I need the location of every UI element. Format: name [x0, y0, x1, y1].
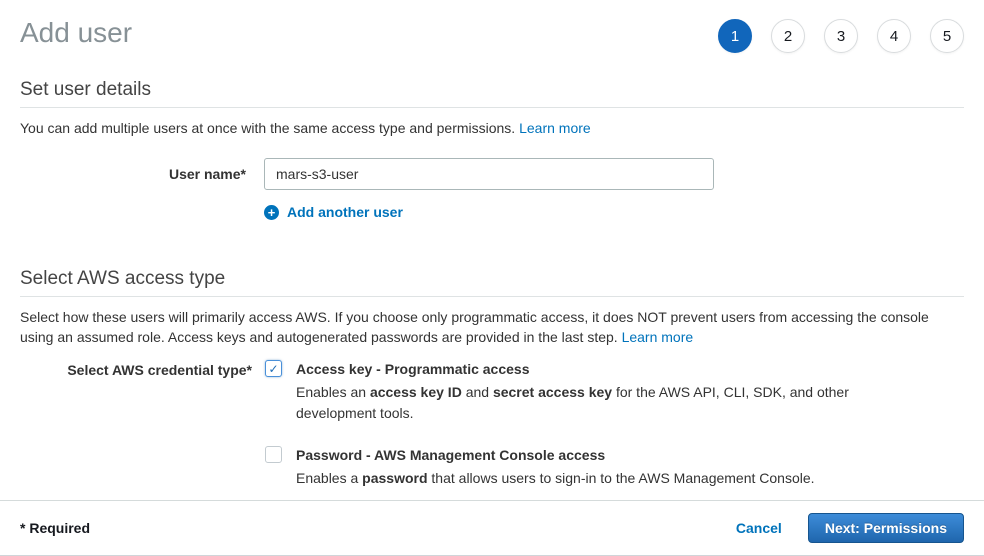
desc-bold-text: access key ID — [370, 384, 462, 400]
step-3-number: 3 — [837, 28, 845, 45]
desc-text: and — [462, 384, 493, 400]
step-2-number: 2 — [784, 28, 792, 45]
desc-text: Enables a — [296, 470, 362, 486]
step-1-number: 1 — [731, 28, 739, 45]
access-type-description: Select how these users will primarily ac… — [20, 307, 964, 348]
password-checkbox[interactable] — [265, 446, 282, 463]
cancel-button[interactable]: Cancel — [736, 520, 782, 536]
credential-type-label: Select AWS credential type* — [20, 360, 252, 489]
password-option-desc: Enables a password that allows users to … — [296, 468, 815, 489]
user-details-description-text: You can add multiple users at once with … — [20, 120, 515, 136]
user-details-learn-more-link[interactable]: Learn more — [519, 120, 591, 136]
access-type-heading: Select AWS access type — [20, 268, 964, 290]
section-divider — [20, 107, 964, 108]
user-details-description: You can add multiple users at once with … — [20, 118, 964, 138]
username-field-wrap — [264, 158, 714, 190]
step-indicator-2: 2 — [771, 19, 805, 53]
step-indicator-1: 1 — [718, 19, 752, 53]
section-divider — [20, 296, 964, 297]
desc-bold-text: password — [362, 470, 427, 486]
access-type-learn-more-link[interactable]: Learn more — [622, 329, 694, 345]
access-key-option-desc: Enables an access key ID and secret acce… — [296, 382, 866, 424]
credential-options: ✓ Access key - Programmatic access Enabl… — [265, 360, 866, 489]
password-option: Password - AWS Management Console access… — [265, 446, 866, 489]
plus-circle-icon: + — [264, 205, 279, 220]
step-indicator: 1 2 3 4 5 — [718, 16, 964, 53]
step-indicator-5: 5 — [930, 19, 964, 53]
add-another-user-button[interactable]: + Add another user — [264, 204, 403, 220]
wizard-footer: * Required Cancel Next: Permissions — [0, 500, 984, 556]
page-header: Add user 1 2 3 4 5 — [0, 0, 984, 53]
password-option-text: Password - AWS Management Console access… — [296, 446, 815, 489]
credential-type-row: Select AWS credential type* ✓ Access key… — [20, 360, 964, 489]
access-key-option: ✓ Access key - Programmatic access Enabl… — [265, 360, 866, 424]
step-4-number: 4 — [890, 28, 898, 45]
username-form-row: User name* — [20, 158, 964, 190]
step-5-number: 5 — [943, 28, 951, 45]
access-key-checkbox[interactable]: ✓ — [265, 360, 282, 377]
username-label: User name* — [20, 158, 246, 190]
step-indicator-3: 3 — [824, 19, 858, 53]
access-type-description-text: Select how these users will primarily ac… — [20, 309, 929, 345]
desc-text: Enables an — [296, 384, 370, 400]
access-key-option-text: Access key - Programmatic access Enables… — [296, 360, 866, 424]
desc-text: that allows users to sign-in to the AWS … — [428, 470, 815, 486]
password-option-title: Password - AWS Management Console access — [296, 446, 815, 464]
add-user-page: Add user 1 2 3 4 5 Set user details You … — [0, 0, 984, 556]
checkmark-icon: ✓ — [268, 362, 278, 376]
username-input[interactable] — [264, 158, 714, 190]
section-access-type: Select AWS access type Select how these … — [0, 222, 984, 490]
page-title: Add user — [20, 16, 132, 50]
next-permissions-button[interactable]: Next: Permissions — [808, 513, 964, 543]
desc-bold-text: secret access key — [493, 384, 612, 400]
required-note: * Required — [20, 520, 90, 536]
step-indicator-4: 4 — [877, 19, 911, 53]
access-key-option-title: Access key - Programmatic access — [296, 360, 866, 378]
section-user-details: Set user details You can add multiple us… — [0, 53, 984, 222]
add-another-user-label: Add another user — [287, 204, 403, 220]
user-details-heading: Set user details — [20, 79, 964, 101]
